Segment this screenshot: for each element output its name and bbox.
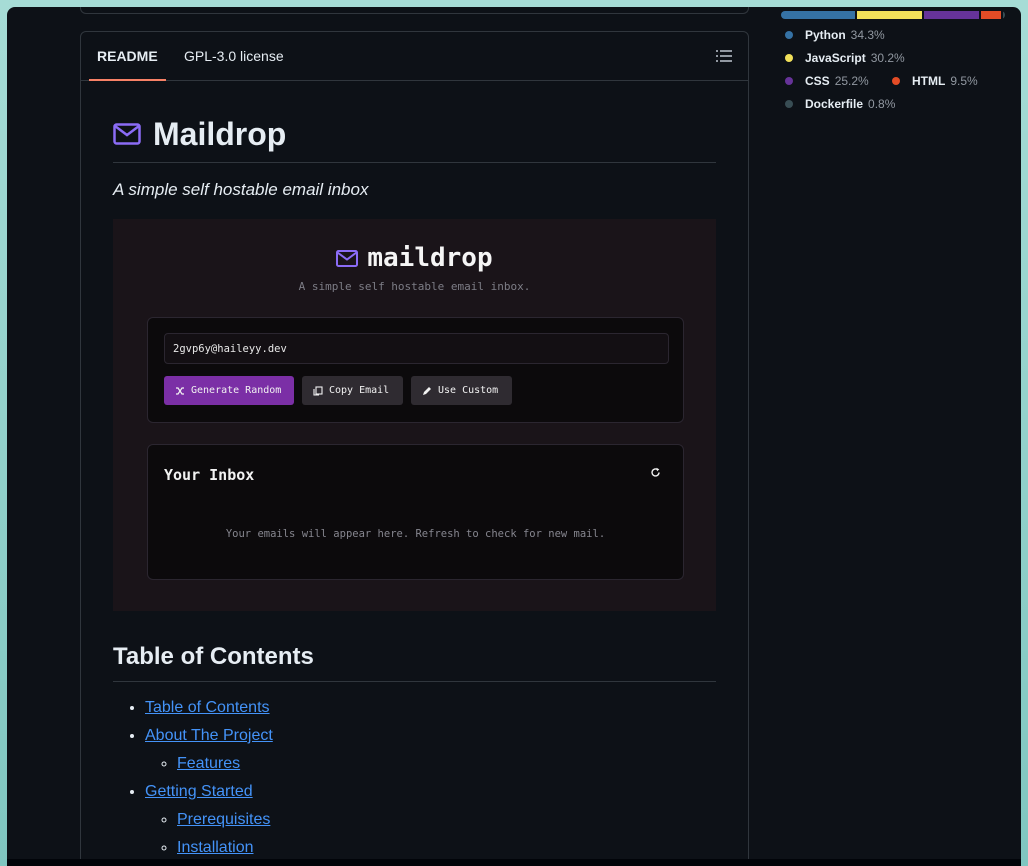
toc-link[interactable]: Features — [177, 755, 240, 772]
window-bottom-edge — [7, 859, 1021, 866]
inbox-title: Your Inbox — [164, 466, 255, 484]
tab-license[interactable]: GPL-3.0 license — [184, 32, 284, 80]
outline-list-icon[interactable] — [716, 49, 732, 63]
toc-link[interactable]: About The Project — [145, 727, 273, 744]
language-dot — [785, 100, 793, 108]
language-item-html[interactable]: HTML 9.5% — [892, 74, 978, 88]
language-percent: 9.5% — [950, 74, 978, 88]
language-bar-segment — [1003, 11, 1005, 19]
toc-link[interactable]: Table of Contents — [145, 699, 270, 716]
copy-email-label: Copy Email — [329, 385, 390, 396]
readme-title: Maildrop — [113, 116, 716, 163]
app-logo: maildrop — [113, 243, 716, 273]
refresh-icon[interactable] — [650, 467, 661, 478]
list-item: Features — [177, 752, 716, 776]
language-bar-segment — [924, 11, 979, 19]
toc-sublist: Prerequisites Installation — [145, 808, 716, 859]
generate-random-button[interactable]: Generate Random — [164, 376, 294, 405]
language-percent: 30.2% — [870, 51, 905, 65]
toc-list: Table of Contents About The Project Feat… — [113, 696, 716, 859]
language-dot — [785, 31, 793, 39]
copy-icon — [313, 385, 323, 396]
email-address-field[interactable] — [164, 333, 669, 364]
language-item-python[interactable]: Python 34.3% — [785, 28, 885, 42]
use-custom-button[interactable]: Use Custom — [411, 376, 512, 405]
toc-link[interactable]: Installation — [177, 839, 254, 856]
readme-panel: README GPL-3.0 license Maildrop A simple… — [80, 31, 749, 859]
previous-section-box — [80, 7, 749, 14]
language-bar-segment — [857, 11, 923, 19]
tab-readme[interactable]: README — [89, 32, 166, 81]
readme-header: README GPL-3.0 license — [81, 32, 748, 81]
envelope-icon — [336, 249, 359, 267]
language-name: JavaScript — [805, 51, 866, 65]
app-screenshot-preview: maildrop A simple self hostable email in… — [113, 219, 716, 611]
envelope-icon — [113, 123, 141, 145]
pencil-icon — [423, 386, 431, 395]
list-item: Getting Started Prerequisites Installati… — [145, 780, 716, 859]
language-name: CSS — [805, 74, 830, 88]
language-name: HTML — [912, 74, 946, 88]
list-item: About The Project Features — [145, 724, 716, 776]
inbox-card: Your Inbox Your emails will appear here.… — [147, 444, 684, 580]
language-name: Python — [805, 28, 846, 42]
use-custom-label: Use Custom — [438, 385, 499, 396]
language-item-css[interactable]: CSS 25.2% — [785, 74, 869, 88]
app-subtitle: A simple self hostable email inbox. — [298, 280, 531, 293]
readme-tagline: A simple self hostable email inbox — [113, 180, 369, 199]
inbox-empty-message: Your emails will appear here. Refresh to… — [225, 528, 606, 540]
copy-email-button[interactable]: Copy Email — [302, 376, 403, 405]
language-percent: 25.2% — [834, 74, 869, 88]
language-percent: 0.8% — [868, 97, 896, 111]
readme-title-text: Maildrop — [153, 115, 287, 152]
generate-random-label: Generate Random — [191, 385, 282, 396]
browser-window: README GPL-3.0 license Maildrop A simple… — [7, 7, 1021, 859]
readme-content: Maildrop A simple self hostable email in… — [113, 81, 716, 859]
language-bar-segment — [781, 11, 856, 19]
language-name: Dockerfile — [805, 97, 864, 111]
language-dot — [785, 54, 793, 62]
email-card: Generate Random Copy Email Use Cust — [147, 317, 684, 423]
language-dot — [892, 77, 900, 85]
language-bar — [781, 11, 1005, 19]
list-item: Table of Contents — [145, 696, 716, 720]
language-percent: 34.3% — [850, 28, 885, 42]
language-item-dockerfile[interactable]: Dockerfile 0.8% — [785, 97, 895, 111]
list-item: Installation — [177, 836, 716, 859]
language-bar-segment — [980, 11, 1002, 19]
toc-link[interactable]: Getting Started — [145, 783, 253, 800]
toc-sublist: Features — [145, 752, 716, 776]
app-logo-text: maildrop — [367, 243, 493, 273]
toc-heading: Table of Contents — [113, 643, 716, 682]
language-dot — [785, 77, 793, 85]
language-item-javascript[interactable]: JavaScript 30.2% — [785, 51, 905, 65]
shuffle-icon — [176, 386, 184, 395]
list-item: Prerequisites — [177, 808, 716, 832]
toc-link[interactable]: Prerequisites — [177, 811, 270, 828]
